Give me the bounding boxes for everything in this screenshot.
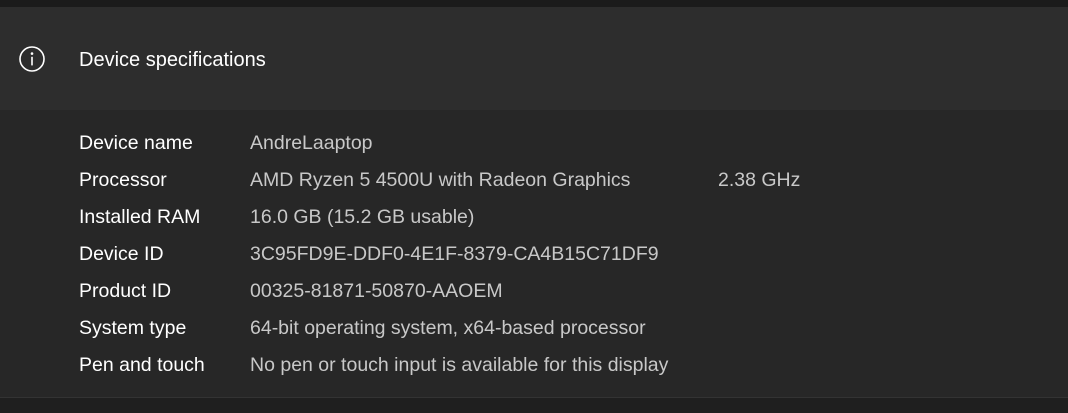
spec-label: Device ID	[79, 243, 164, 265]
spec-label: Device name	[79, 132, 193, 154]
spec-row-installed-ram: Installed RAM 16.0 GB (15.2 GB usable)	[0, 202, 1068, 232]
spec-label: Pen and touch	[79, 354, 205, 376]
device-specifications-card: Device specifications Device name AndreL…	[0, 7, 1068, 397]
top-divider	[0, 0, 1068, 7]
spec-row-system-type: System type 64-bit operating system, x64…	[0, 313, 1068, 343]
spec-processor-speed: 2.38 GHz	[718, 169, 801, 191]
spec-row-processor: Processor AMD Ryzen 5 4500U with Radeon …	[0, 165, 1068, 195]
info-icon	[19, 46, 45, 72]
spec-value: No pen or touch input is available for t…	[250, 354, 669, 376]
specifications-list: Device name AndreLaaptop Processor AMD R…	[0, 110, 1068, 397]
spec-row-product-id: Product ID 00325-81871-50870-AAOEM	[0, 276, 1068, 306]
spec-row-device-id: Device ID 3C95FD9E-DDF0-4E1F-8379-CA4B15…	[0, 239, 1068, 269]
spec-value: AndreLaaptop	[250, 132, 373, 154]
section-title: Device specifications	[79, 49, 266, 71]
spec-label: Processor	[79, 169, 167, 191]
device-specifications-header[interactable]: Device specifications	[0, 7, 1068, 110]
spec-value: 16.0 GB (15.2 GB usable)	[250, 206, 475, 228]
spec-label: System type	[79, 317, 187, 339]
spec-label: Installed RAM	[79, 206, 201, 228]
spec-value: 00325-81871-50870-AAOEM	[250, 280, 503, 302]
spec-label: Product ID	[79, 280, 172, 302]
spec-value: 64-bit operating system, x64-based proce…	[250, 317, 646, 339]
spec-value: AMD Ryzen 5 4500U with Radeon Graphics	[250, 169, 631, 191]
spec-row-pen-and-touch: Pen and touch No pen or touch input is a…	[0, 350, 1068, 380]
spec-value: 3C95FD9E-DDF0-4E1F-8379-CA4B15C71DF9	[250, 243, 659, 265]
spec-row-device-name: Device name AndreLaaptop	[0, 128, 1068, 158]
bottom-divider	[0, 397, 1068, 413]
